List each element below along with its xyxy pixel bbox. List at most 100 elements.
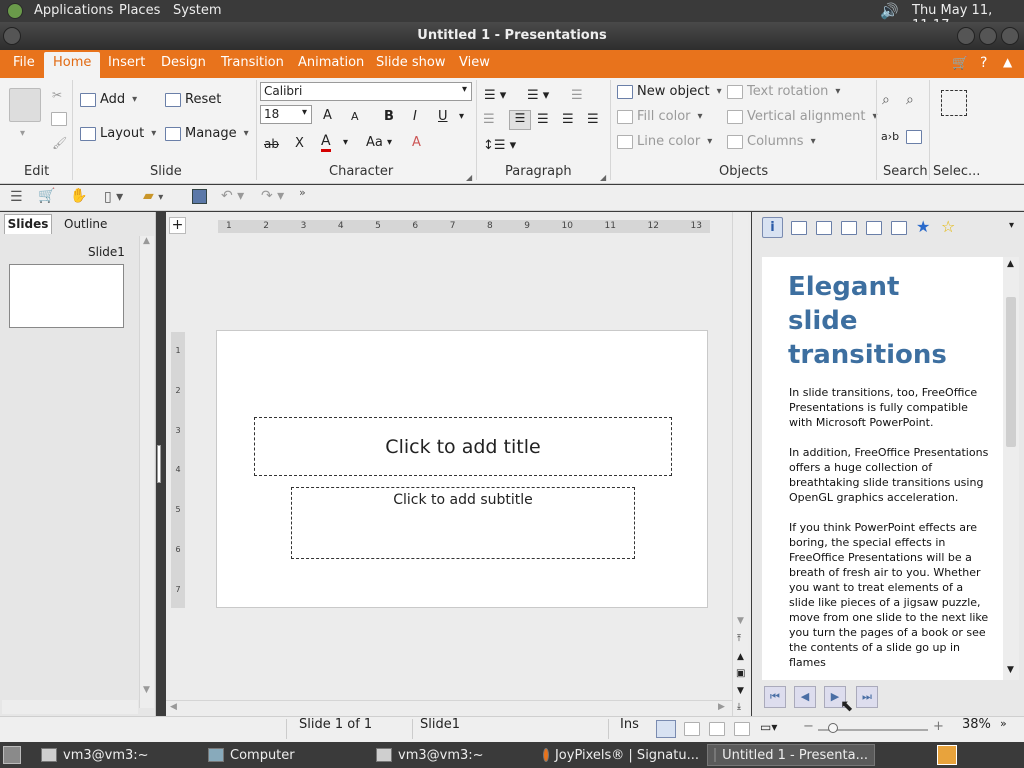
first-page-button[interactable]: ⏮ — [764, 686, 786, 708]
cut-icon[interactable]: ✂ — [52, 88, 62, 102]
line-spacing-icon[interactable]: ↕☰ ▾ — [483, 138, 516, 153]
dialog-launcher-icon[interactable]: ◢ — [600, 173, 606, 182]
previous-slide-icon[interactable]: ▲ — [737, 652, 744, 662]
tray-presentations-icon[interactable] — [937, 745, 957, 765]
justify-icon[interactable]: ☰ — [587, 112, 599, 127]
scroll-up-icon[interactable]: ▲ — [1007, 259, 1014, 269]
menu-view[interactable]: View — [459, 55, 490, 70]
last-slide-icon[interactable]: ⤓ — [737, 702, 741, 712]
maximize-icon[interactable] — [979, 27, 997, 45]
italic-button[interactable]: I — [413, 109, 417, 124]
panel-menu-places[interactable]: Places — [119, 3, 160, 18]
scroll-down-icon[interactable]: ▼ — [737, 616, 744, 626]
undo-icon[interactable]: ↶ ▾ — [221, 188, 244, 204]
transition-icon[interactable] — [866, 221, 882, 235]
zoom-level[interactable]: 38% — [962, 717, 991, 732]
outdent-icon[interactable]: ☰ — [483, 112, 495, 127]
taskbar-item-firefox[interactable]: JoyPixels® | Signatu... — [537, 744, 705, 766]
select-icon[interactable] — [941, 90, 967, 116]
status-insert-mode[interactable]: Ins — [620, 717, 639, 732]
slide-layout-icon[interactable] — [791, 221, 807, 235]
redo-icon[interactable]: ↷ ▾ — [261, 188, 284, 204]
cart-icon[interactable]: 🛒 — [952, 56, 968, 71]
gnome-foot-icon[interactable] — [7, 3, 23, 19]
format-painter-icon[interactable]: 🖌 — [52, 136, 67, 150]
zoom-out-icon[interactable]: − — [803, 719, 814, 734]
vertical-scrollbar[interactable]: ▲ ▼ — [139, 236, 154, 708]
taskbar-item-presentations[interactable]: Untitled 1 - Presenta... — [707, 744, 875, 766]
tab-slides[interactable]: Slides — [4, 214, 52, 234]
sidebar-dropdown-icon[interactable]: ▾ — [1009, 220, 1014, 231]
replace-button[interactable]: a›b — [881, 130, 899, 143]
title-placeholder[interactable]: Click to add title — [254, 417, 672, 476]
favorites-star-icon[interactable]: ☆ — [941, 217, 955, 236]
taskbar-item-computer[interactable]: Computer — [202, 744, 367, 766]
taskbar-item-terminal[interactable]: vm3@vm3:~ — [35, 744, 200, 766]
cart-icon[interactable]: 🛒 — [38, 188, 55, 204]
numbered-list-icon[interactable]: ☰ ▾ — [527, 88, 549, 103]
eraser-icon[interactable]: A — [412, 135, 421, 150]
paste-dropdown-icon[interactable]: ▾ — [20, 128, 25, 139]
show-desktop-icon[interactable] — [3, 746, 21, 764]
ruler-corner-icon[interactable]: + — [169, 217, 186, 234]
bullet-list-icon[interactable]: ☰ ▾ — [484, 88, 506, 103]
slideshow-icon[interactable]: ▭▾ — [760, 720, 777, 734]
window-titlebar[interactable]: Untitled 1 - Presentations — [0, 22, 1024, 50]
panel-menu-applications[interactable]: Applications — [34, 3, 113, 18]
font-name-combo[interactable]: Calibri ▾ — [260, 82, 472, 101]
scroll-down-icon[interactable]: ▼ — [143, 685, 150, 695]
menu-file[interactable]: File — [13, 55, 35, 70]
zoom-in-icon[interactable]: + — [933, 719, 944, 734]
master-icon[interactable] — [841, 221, 857, 235]
align-center-icon[interactable]: ☰ — [537, 112, 549, 127]
underline-dropdown-icon[interactable]: ▾ — [459, 111, 464, 122]
open-folder-icon[interactable]: ▰ ▾ — [143, 188, 163, 204]
overflow-icon[interactable]: » — [299, 186, 306, 199]
zoom-slider-thumb[interactable] — [828, 723, 838, 733]
indent-icon[interactable]: ☰ — [571, 88, 583, 103]
effects-star-icon[interactable]: ★ — [916, 217, 930, 236]
menu-insert[interactable]: Insert — [108, 55, 145, 70]
shrink-font-icon[interactable]: A — [351, 110, 359, 123]
panel-menu-system[interactable]: System — [173, 3, 221, 18]
font-size-combo[interactable]: 18 ▾ — [260, 105, 312, 124]
align-left-icon[interactable]: ☰ — [509, 110, 531, 130]
search-icon[interactable]: ⌕ — [882, 92, 890, 108]
menu-icon[interactable]: ☰ — [10, 189, 23, 205]
taskbar-item-terminal[interactable]: vm3@vm3:~ — [370, 744, 535, 766]
vertical-scrollbar[interactable]: ▼ ⤒ ▲ ▣ ▼ ⤓ — [732, 212, 748, 716]
menu-home[interactable]: Home — [44, 52, 101, 78]
add-slide-button[interactable]: Add — [80, 92, 137, 107]
new-document-icon[interactable]: ▯ ▾ — [104, 189, 123, 205]
close-icon[interactable] — [1001, 27, 1019, 45]
help-icon[interactable]: ? — [980, 55, 987, 71]
scroll-thumb[interactable] — [1006, 297, 1016, 447]
subtitle-placeholder[interactable]: Click to add subtitle — [291, 487, 635, 559]
splitter-handle[interactable] — [157, 445, 161, 483]
zoom-fit-icon[interactable]: ▣ — [736, 668, 745, 679]
strikethrough-button[interactable]: ab — [264, 137, 279, 151]
scroll-up-icon[interactable]: ▲ — [143, 236, 150, 246]
scroll-down-icon[interactable]: ▼ — [1007, 665, 1014, 675]
info-scrollbar[interactable]: ▲ ▼ — [1003, 257, 1019, 680]
case-button[interactable]: Aa — [366, 135, 383, 150]
window-menu-icon[interactable] — [3, 27, 21, 45]
horizontal-ruler[interactable]: 1 2 3 4 5 6 7 8 9 10 11 12 13 — [218, 220, 710, 233]
minimize-icon[interactable] — [957, 27, 975, 45]
tab-outline[interactable]: Outline — [64, 217, 107, 231]
save-icon[interactable] — [192, 189, 207, 204]
next-slide-icon[interactable]: ▼ — [737, 686, 744, 696]
line-color-button[interactable]: Line color — [617, 134, 712, 149]
ribbon-collapse-icon[interactable]: ▲ — [1003, 55, 1012, 69]
paste-icon[interactable] — [9, 88, 41, 122]
vertical-alignment-button[interactable]: Vertical alignment — [727, 109, 878, 124]
grow-font-icon[interactable]: A — [323, 108, 332, 123]
font-color-dropdown-icon[interactable]: ▾ — [343, 137, 348, 148]
normal-view-icon[interactable] — [656, 720, 676, 738]
previous-page-button[interactable]: ◀ — [794, 686, 816, 708]
fill-color-button[interactable]: Fill color — [617, 109, 703, 124]
overflow-icon[interactable]: » — [1000, 717, 1007, 730]
new-object-button[interactable]: New object — [617, 84, 722, 99]
volume-icon[interactable]: 🔊 — [880, 2, 899, 20]
layout-button[interactable]: Layout — [80, 126, 156, 141]
